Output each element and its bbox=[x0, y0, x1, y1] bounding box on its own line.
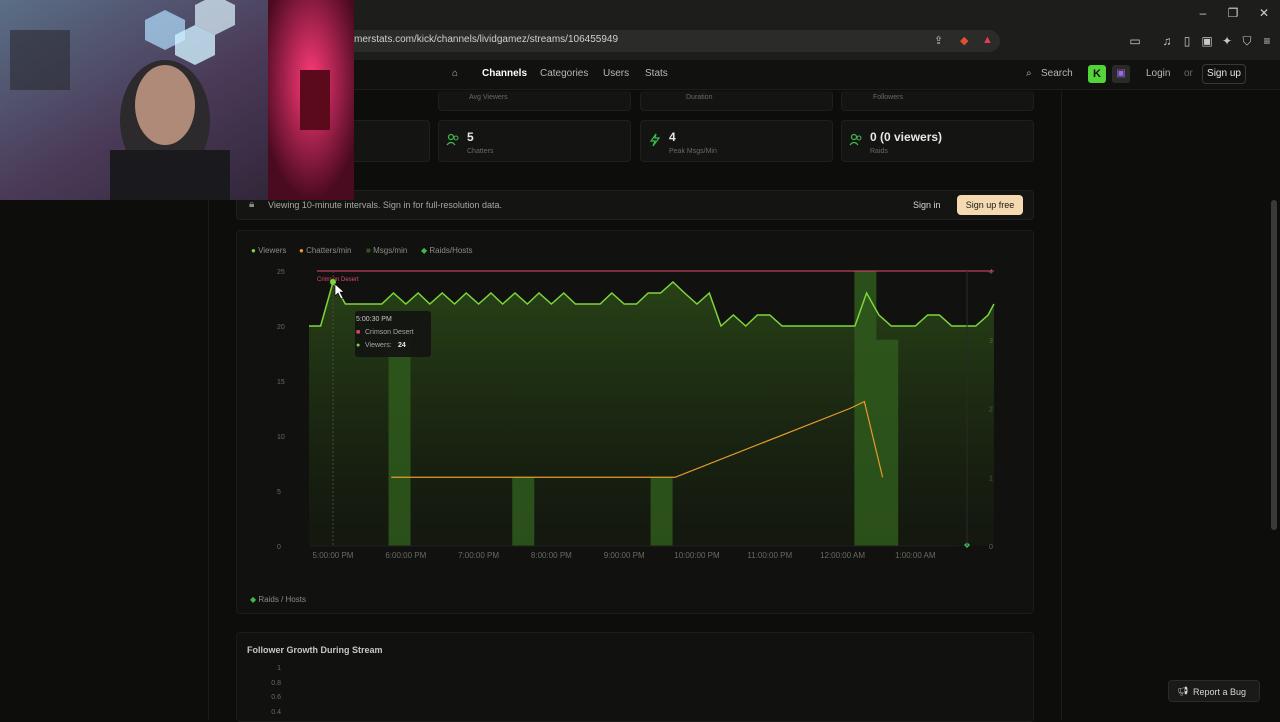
megaphone-icon: 📢︎ bbox=[1177, 686, 1189, 696]
stat-label: Duration bbox=[686, 94, 713, 101]
nav-stats[interactable]: Stats bbox=[645, 68, 668, 79]
brave-rewards-icon[interactable]: ▲ bbox=[982, 34, 993, 46]
lock-icon: 🔒︎ bbox=[249, 199, 255, 210]
x-tick: 5:00:00 PM bbox=[313, 551, 354, 560]
follower-tick: 1 bbox=[277, 665, 281, 672]
stat-card-hidden bbox=[345, 120, 430, 162]
wallet-icon[interactable]: ▣ bbox=[1200, 34, 1214, 48]
webcam-overlay bbox=[0, 0, 354, 200]
x-tick: 12:00:00 AM bbox=[820, 551, 865, 560]
stat-card-peak-msgs: 4 Peak Msgs/Min bbox=[640, 120, 833, 162]
y-tick-right: 4 bbox=[989, 269, 993, 276]
y-tick-left: 20 bbox=[277, 324, 285, 331]
tooltip-viewers-value: 24 bbox=[398, 342, 406, 349]
tooltip-category-dot: ■ bbox=[356, 329, 361, 336]
tooltip-viewers-dot: ● bbox=[356, 342, 361, 349]
stat-label: Followers bbox=[873, 94, 903, 101]
report-bug-label: Report a Bug bbox=[1193, 687, 1247, 697]
chart-plot[interactable]: 2520151050432105:00:00 PM6:00:00 PM7:00:… bbox=[237, 231, 1035, 615]
msgs-bar bbox=[388, 339, 411, 546]
minimize-icon[interactable]: – bbox=[1193, 6, 1213, 20]
stat-card-duration: Duration bbox=[640, 91, 833, 111]
users-icon bbox=[849, 133, 862, 146]
users-icon bbox=[446, 133, 459, 146]
home-icon[interactable]: ⌂ bbox=[452, 68, 458, 79]
stat-label: Raids bbox=[870, 148, 888, 155]
banner-text: Viewing 10-minute intervals. Sign in for… bbox=[268, 200, 502, 210]
share-icon[interactable]: ⇪ bbox=[934, 34, 943, 47]
search-button[interactable]: Search bbox=[1041, 68, 1073, 79]
msgs-bar bbox=[512, 477, 535, 546]
stat-label: Chatters bbox=[467, 148, 494, 155]
y-tick-left: 25 bbox=[277, 269, 285, 276]
nav-channels[interactable]: Channels bbox=[482, 68, 527, 79]
stat-card-avg-viewers: Avg Viewers bbox=[438, 91, 631, 111]
stat-value: 0 (0 viewers) bbox=[870, 130, 943, 144]
x-tick: 1:00:00 AM bbox=[895, 551, 936, 560]
stat-card-raids: 0 (0 viewers) Raids bbox=[841, 120, 1034, 162]
x-tick: 8:00:00 PM bbox=[531, 551, 572, 560]
x-tick: 11:00:00 PM bbox=[747, 551, 792, 560]
scrollbar[interactable] bbox=[1271, 200, 1277, 530]
bolt-icon bbox=[649, 133, 661, 147]
y-tick-left: 10 bbox=[277, 434, 285, 441]
search-icon[interactable]: ⌕ bbox=[1026, 68, 1032, 79]
stat-label: Avg Viewers bbox=[469, 94, 508, 101]
msgs-bar bbox=[876, 339, 899, 546]
address-bar[interactable]: merstats.com/kick/channels/lividgamez/st… bbox=[340, 30, 1000, 52]
right-divider bbox=[1061, 91, 1062, 720]
category-label: Crimson Desert bbox=[317, 277, 359, 283]
reader-icon[interactable]: ▯ bbox=[1180, 34, 1194, 48]
maximize-icon[interactable]: ❐ bbox=[1223, 6, 1243, 20]
stat-label: Peak Msgs/Min bbox=[669, 148, 717, 155]
stat-value: 4 bbox=[669, 130, 676, 144]
follower-growth-card: Follower Growth During Stream 1 0.8 0.6 … bbox=[236, 632, 1034, 722]
tooltip-category: Crimson Desert bbox=[365, 329, 414, 336]
viewers-chart-card: ● Viewers ● Chatters/min ■ Msgs/min ◆ Ra… bbox=[236, 230, 1034, 614]
login-link[interactable]: Login bbox=[1146, 68, 1170, 79]
follower-tick: 0.6 bbox=[271, 694, 281, 701]
media-icon[interactable]: ♫ bbox=[1160, 34, 1174, 48]
kick-icon[interactable]: K bbox=[1088, 65, 1106, 83]
signin-link[interactable]: Sign in bbox=[913, 200, 941, 210]
legend-dot: ◆ bbox=[250, 595, 257, 604]
x-tick: 10:00:00 PM bbox=[674, 551, 720, 560]
nav-categories[interactable]: Categories bbox=[540, 68, 588, 79]
y-tick-left: 15 bbox=[277, 379, 285, 386]
y-tick-left: 5 bbox=[277, 489, 281, 496]
msgs-bar bbox=[650, 477, 673, 546]
stat-card-chatters: 5 Chatters bbox=[438, 120, 631, 162]
twitch-icon[interactable]: ▣ bbox=[1112, 65, 1130, 83]
signup-button[interactable]: Sign up bbox=[1202, 64, 1246, 84]
x-tick: 7:00:00 PM bbox=[458, 551, 499, 560]
y-tick-left: 0 bbox=[277, 544, 281, 551]
leo-ai-icon[interactable]: ✦ bbox=[1220, 34, 1234, 48]
tooltip-viewers-label: Viewers: bbox=[365, 342, 392, 349]
follower-tick: 0.4 bbox=[271, 709, 281, 716]
close-icon[interactable]: ✕ bbox=[1254, 6, 1274, 20]
x-tick: 9:00:00 PM bbox=[604, 551, 645, 560]
tooltip-time: 5:00:30 PM bbox=[356, 316, 392, 323]
follower-title: Follower Growth During Stream bbox=[247, 645, 383, 655]
nav-users[interactable]: Users bbox=[603, 68, 629, 79]
stat-value: 5 bbox=[467, 130, 474, 144]
menu-icon[interactable]: ≡ bbox=[1260, 34, 1274, 48]
stat-card-followers: Followers bbox=[841, 91, 1034, 111]
url-text[interactable]: merstats.com/kick/channels/lividgamez/st… bbox=[354, 34, 618, 45]
or-text: or bbox=[1184, 68, 1193, 79]
brave-shield-icon[interactable]: ◆ bbox=[960, 34, 968, 47]
resolution-banner: 🔒︎ Viewing 10-minute intervals. Sign in … bbox=[236, 190, 1034, 220]
raids-legend: ◆ Raids / Hosts bbox=[250, 595, 306, 604]
chart-tooltip: 5:00:30 PM ■ Crimson Desert ● Viewers: 2… bbox=[355, 311, 431, 357]
report-bug-button[interactable]: 📢︎ Report a Bug bbox=[1168, 680, 1260, 702]
follower-tick: 0.8 bbox=[271, 680, 281, 687]
msgs-bar bbox=[854, 271, 877, 546]
signup-free-button[interactable]: Sign up free bbox=[957, 195, 1023, 215]
raids-legend-label: Raids / Hosts bbox=[258, 595, 306, 604]
x-tick: 6:00:00 PM bbox=[385, 551, 426, 560]
vpn-icon[interactable]: ⛉ bbox=[1240, 34, 1254, 49]
sidebar-icon[interactable]: ▭ bbox=[1128, 34, 1142, 48]
